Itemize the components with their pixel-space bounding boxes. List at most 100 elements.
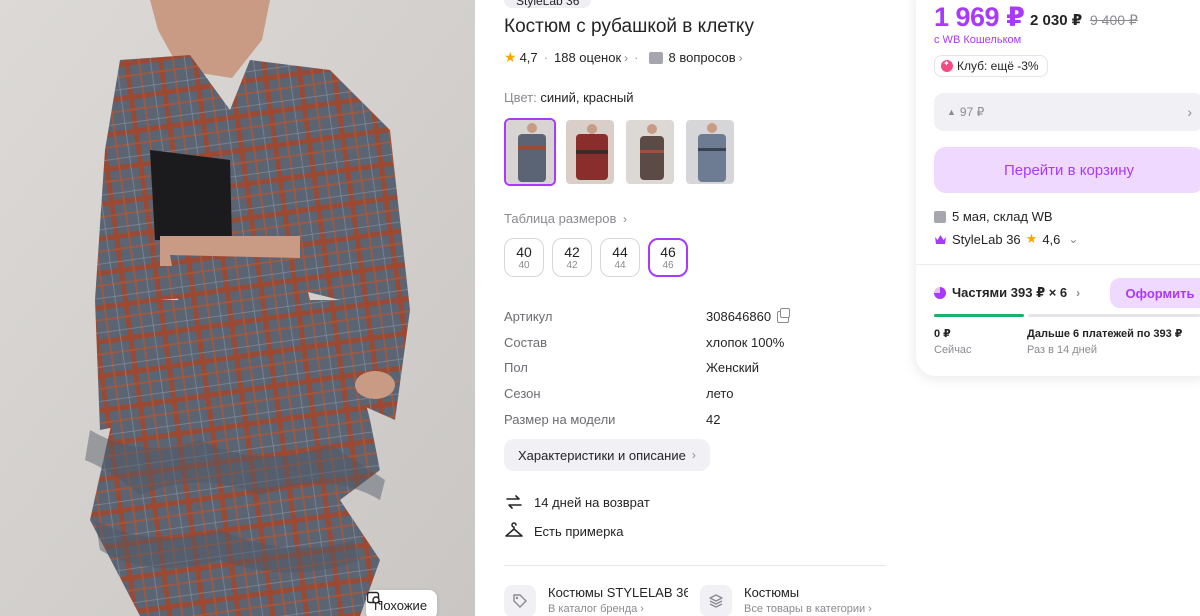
installments-title[interactable]: Частями 393 ₽ × 6 › — [934, 285, 1080, 301]
spec-row: Состав хлопок 100% — [504, 330, 804, 356]
payment-progress-now — [934, 314, 1024, 317]
rating-row: ★ 4,7 · 188 оценок › · 8 вопросов › — [504, 49, 743, 66]
color-label: Цвет: синий, красный — [504, 90, 634, 105]
size-option-46[interactable]: 46 46 — [648, 238, 688, 277]
similar-icon — [366, 591, 381, 605]
delivery-text: 5 мая, склад WB — [952, 209, 1053, 224]
spec-row: Артикул 308646860 — [504, 304, 804, 330]
installments-label: Частями 393 ₽ × 6 — [952, 285, 1068, 300]
spec-row: Пол Женский — [504, 355, 804, 381]
spec-key: Состав — [504, 334, 548, 350]
spec-key: Размер на модели — [504, 411, 616, 427]
copy-icon[interactable] — [777, 307, 791, 323]
article-value: 308646860 — [706, 309, 772, 325]
size-main: 40 — [516, 244, 532, 260]
price-history-row[interactable]: ▲ 97 ₽ › — [934, 93, 1200, 131]
thumb-image — [626, 120, 674, 184]
hanger-icon — [505, 522, 523, 537]
spec-row: Сезон лето — [504, 381, 804, 407]
size-option-40[interactable]: 40 40 — [504, 238, 544, 277]
pay-later-label: Раз в 14 дней — [1027, 344, 1098, 356]
separator-dot: · — [543, 50, 548, 65]
questions-link[interactable]: 8 вопросов — [669, 50, 736, 65]
size-main: 42 — [564, 244, 580, 260]
price-old: 9 400 ₽ — [1090, 12, 1138, 28]
color-thumb-1[interactable] — [504, 118, 556, 186]
color-thumb-4[interactable] — [684, 118, 736, 186]
perk-fitting-label: Есть примерка — [534, 523, 624, 539]
size-sub: 42 — [566, 260, 578, 271]
catalog-title: Костюмы STYLELAB 36 — [548, 585, 688, 600]
product-photo[interactable]: Похожие — [0, 0, 475, 616]
color-label-text: Цвет: — [504, 90, 537, 105]
size-option-44[interactable]: 44 44 — [600, 238, 640, 277]
product-title: Костюм с рубашкой в клетку — [504, 16, 754, 37]
size-option-42[interactable]: 42 42 — [552, 238, 592, 277]
spec-value: лето — [706, 386, 734, 402]
checkout-installments-button[interactable]: Оформить — [1110, 278, 1200, 308]
size-sub: 40 — [518, 260, 530, 271]
category-sub: Все товары в категории › — [744, 603, 872, 615]
catalog-sub-text: В каталог бренда — [548, 603, 638, 615]
size-table-label: Таблица размеров — [504, 211, 617, 226]
thumb-image — [506, 120, 554, 184]
payment-progress-later — [1028, 314, 1200, 317]
chevron-down-icon: ⌄ — [1068, 232, 1079, 246]
spec-key: Артикул — [504, 309, 553, 325]
specs-table: Артикул 308646860 Состав хлопок 100% Пол… — [504, 304, 804, 432]
category-title: Костюмы — [744, 585, 800, 600]
catalog-text: Костюмы STYLELAB 36 В каталог бренда › — [548, 585, 688, 615]
category-link[interactable]: Костюмы Все товары в категории › — [700, 585, 884, 616]
color-thumbnails — [504, 118, 736, 186]
spec-row: Размер на модели 42 — [504, 406, 804, 432]
separator-dot: · — [634, 50, 639, 65]
seller-name: StyleLab 36 — [952, 231, 1021, 247]
delivery-info: 5 мая, склад WB — [934, 209, 1053, 224]
crown-icon — [935, 234, 946, 244]
go-to-cart-button[interactable]: Перейти в корзину — [934, 147, 1200, 193]
brand-chip[interactable]: StyleLab 36 — [504, 0, 592, 8]
spec-value-wrap: 308646860 — [706, 307, 791, 325]
pay-later-amount: Дальше 6 платежей по 393 ₽ — [1027, 328, 1183, 340]
pie-icon — [934, 287, 946, 299]
color-thumb-3[interactable] — [624, 118, 676, 186]
size-main: 46 — [660, 244, 676, 260]
perk-fitting: Есть примерка — [504, 522, 624, 540]
perk-return: 14 дней на возврат — [504, 493, 650, 511]
size-main: 44 — [612, 244, 628, 260]
price-regular: 2 030 ₽ — [1030, 12, 1083, 29]
brand-catalog-link[interactable]: Костюмы STYLELAB 36 В каталог бренда › — [504, 585, 688, 616]
reviews-link[interactable]: 188 оценок — [554, 50, 621, 65]
return-icon — [506, 495, 522, 509]
wallet-note[interactable]: с WB Кошельком — [934, 34, 1021, 46]
color-value: синий, красный — [540, 90, 634, 105]
size-sub: 46 — [662, 260, 674, 271]
club-badge[interactable]: Клуб: ещё -3% — [934, 55, 1048, 77]
spec-key: Сезон — [504, 386, 541, 402]
category-sub-text: Все товары в категории — [744, 603, 866, 615]
seller-rating: 4,6 — [1042, 231, 1061, 247]
chevron-right-icon: › — [691, 448, 696, 462]
similar-button[interactable]: Похожие — [366, 590, 438, 616]
size-table-link[interactable]: Таблица размеров › — [504, 211, 627, 226]
box-icon — [934, 210, 946, 223]
seller-info[interactable]: StyleLab 36 ★ 4,6 ⌄ — [934, 231, 1078, 247]
spec-key: Пол — [504, 360, 528, 376]
layers-icon — [700, 585, 732, 616]
description-button[interactable]: Характеристики и описание › — [504, 439, 710, 471]
chevron-right-icon: › — [1187, 104, 1192, 120]
price-wallet: 1 969 ₽ — [934, 2, 1025, 32]
star-icon: ★ — [1025, 231, 1038, 246]
color-thumb-2[interactable] — [564, 118, 616, 186]
pay-now-label: Сейчас — [934, 344, 972, 356]
chevron-right-icon: › — [738, 50, 743, 65]
category-text: Костюмы Все товары в категории › — [744, 585, 884, 615]
divider — [504, 565, 886, 566]
chevron-right-icon: › — [624, 50, 629, 65]
question-icon — [648, 51, 663, 64]
club-label: Клуб: ещё -3% — [957, 59, 1039, 73]
description-button-label: Характеристики и описание — [518, 447, 686, 463]
chevron-right-icon: › — [623, 212, 628, 226]
spec-value: Женский — [706, 360, 759, 376]
product-image — [0, 0, 475, 616]
